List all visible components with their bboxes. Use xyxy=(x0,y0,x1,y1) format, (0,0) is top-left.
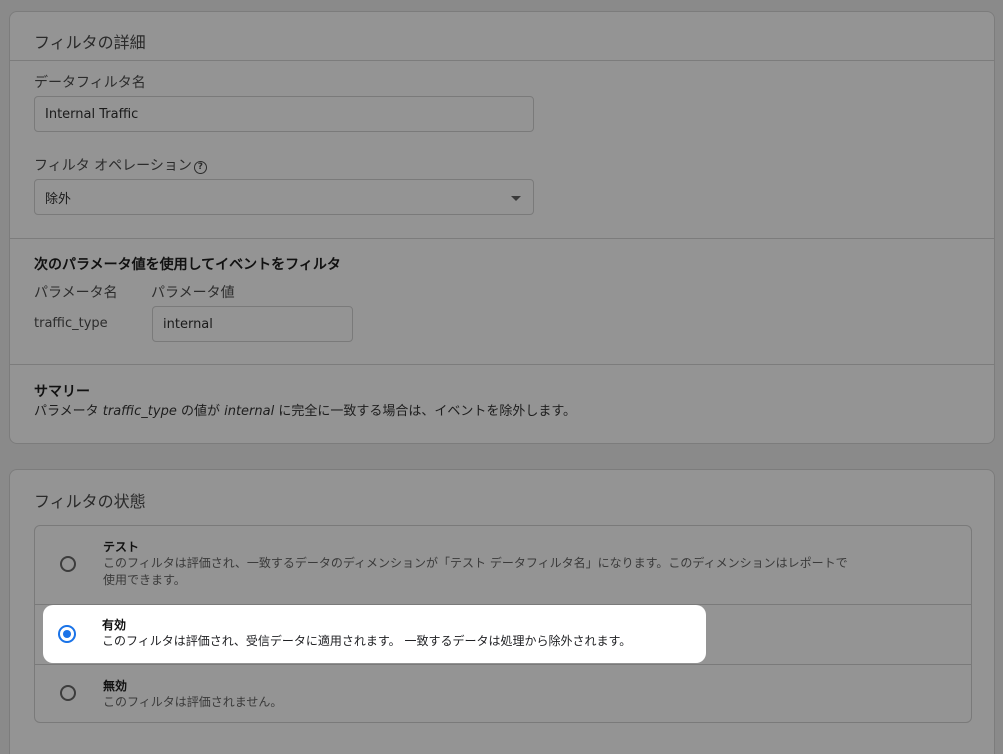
radio-disabled[interactable] xyxy=(60,685,76,701)
divider xyxy=(10,364,994,365)
filter-operation-label: フィルタ オペレーション? xyxy=(34,155,207,175)
help-icon[interactable]: ? xyxy=(193,161,207,174)
summary-prefix: パラメータ xyxy=(34,404,103,419)
param-value-input[interactable]: internal xyxy=(152,306,353,342)
summary-suffix: に完全に一致する場合は、イベントを除外します。 xyxy=(274,404,577,419)
radio-active-selected[interactable] xyxy=(58,625,76,643)
param-name-header: パラメータ名 xyxy=(34,285,118,301)
filter-operation-select[interactable]: 除外 xyxy=(34,179,534,215)
filter-name-input[interactable]: Internal Traffic xyxy=(34,96,534,132)
dropdown-arrow-icon xyxy=(511,196,521,201)
filter-name-value: Internal Traffic xyxy=(45,106,139,122)
option-disabled-desc: このフィルタは評価されません。 xyxy=(103,695,283,709)
divider xyxy=(10,60,994,61)
param-name: traffic_type xyxy=(34,316,108,331)
option-test-desc-line2: 使用できます。 xyxy=(103,573,186,587)
option-disabled[interactable]: 無効 このフィルタは評価されません。 xyxy=(35,665,971,723)
param-value: internal xyxy=(163,316,213,332)
option-active-desc: このフィルタは評価され、受信データに適用されます。 一致するデータは処理から除外… xyxy=(102,634,632,648)
option-test-desc-line1: このフィルタは評価され、一致するデータのディメンションが「テスト データフィルタ… xyxy=(103,556,848,570)
summary-heading: サマリー xyxy=(34,384,90,400)
summary-value: internal xyxy=(224,404,275,419)
filter-details-card: フィルタの詳細 データフィルタ名 Internal Traffic フィルタ オ… xyxy=(9,11,995,444)
summary-text: パラメータ traffic_type の値が internal に完全に一致する… xyxy=(34,400,576,419)
summary-mid: の値が xyxy=(176,404,225,419)
option-test-title: テスト xyxy=(103,540,140,554)
radio-test[interactable] xyxy=(60,556,76,572)
filter-operation-label-text: フィルタ オペレーション xyxy=(34,158,192,174)
filter-state-title: フィルタの状態 xyxy=(34,492,146,511)
option-active[interactable]: 有効 このフィルタは評価され、受信データに適用されます。 一致するデータは処理か… xyxy=(43,605,706,663)
filter-name-label: データフィルタ名 xyxy=(34,75,146,91)
option-test-desc: このフィルタは評価され、一致するデータのディメンションが「テスト データフィルタ… xyxy=(103,555,848,589)
filter-operation-value: 除外 xyxy=(45,191,72,207)
option-disabled-title: 無効 xyxy=(103,679,128,693)
param-value-header: パラメータ値 xyxy=(151,285,235,301)
option-test[interactable]: テスト このフィルタは評価され、一致するデータのディメンションが「テスト データ… xyxy=(35,526,971,605)
summary-param: traffic_type xyxy=(102,404,177,419)
filter-details-title: フィルタの詳細 xyxy=(34,33,146,52)
params-heading: 次のパラメータ値を使用してイベントをフィルタ xyxy=(34,257,341,273)
divider xyxy=(10,238,994,239)
option-active-title: 有効 xyxy=(102,618,127,632)
